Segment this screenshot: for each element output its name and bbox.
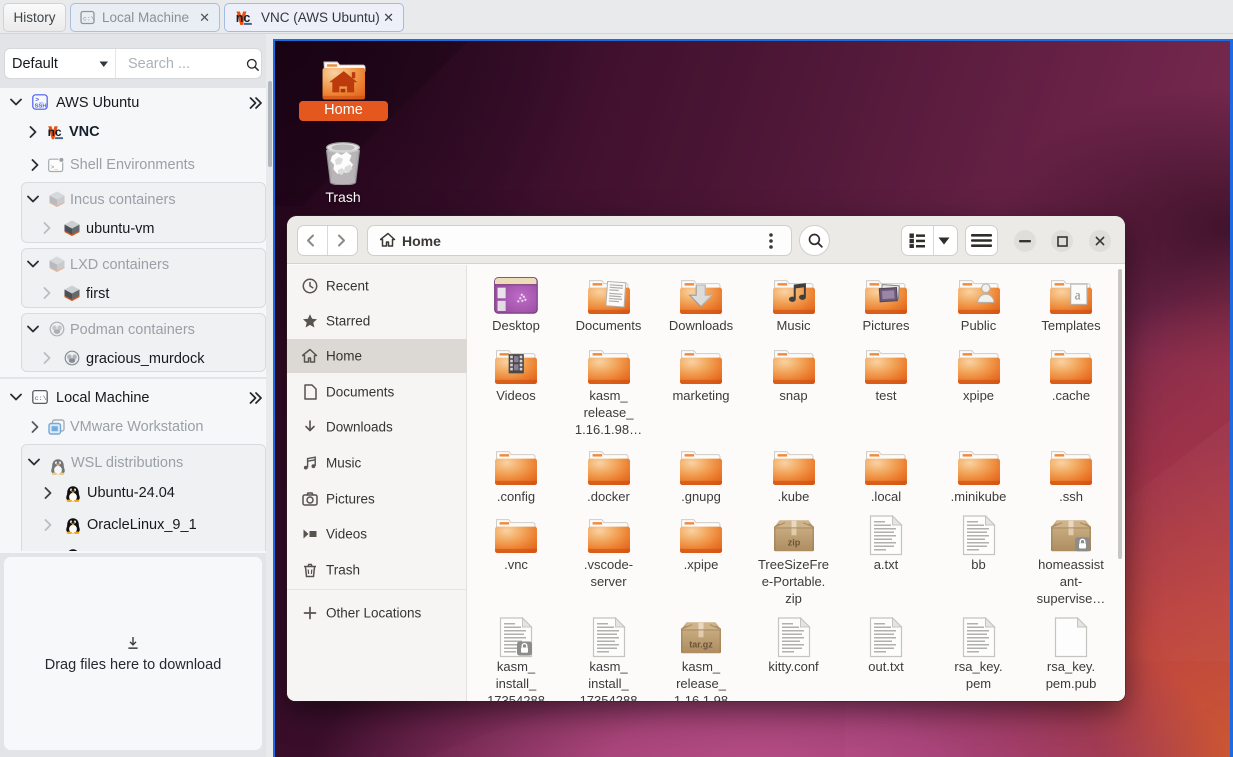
svg-text:c:\: c:\ — [35, 395, 47, 402]
svg-text:nc: nc — [236, 10, 251, 24]
svg-text:nc: nc — [48, 125, 62, 139]
svg-text:c:\: c:\ — [83, 16, 95, 23]
svg-text:a: a — [1075, 287, 1081, 302]
svg-text:zip: zip — [787, 537, 800, 547]
svg-text:tar.gz: tar.gz — [689, 639, 713, 649]
svg-text:SSH: SSH — [35, 104, 47, 110]
svg-text:>_: >_ — [35, 96, 43, 103]
svg-text:>_: >_ — [51, 164, 59, 171]
